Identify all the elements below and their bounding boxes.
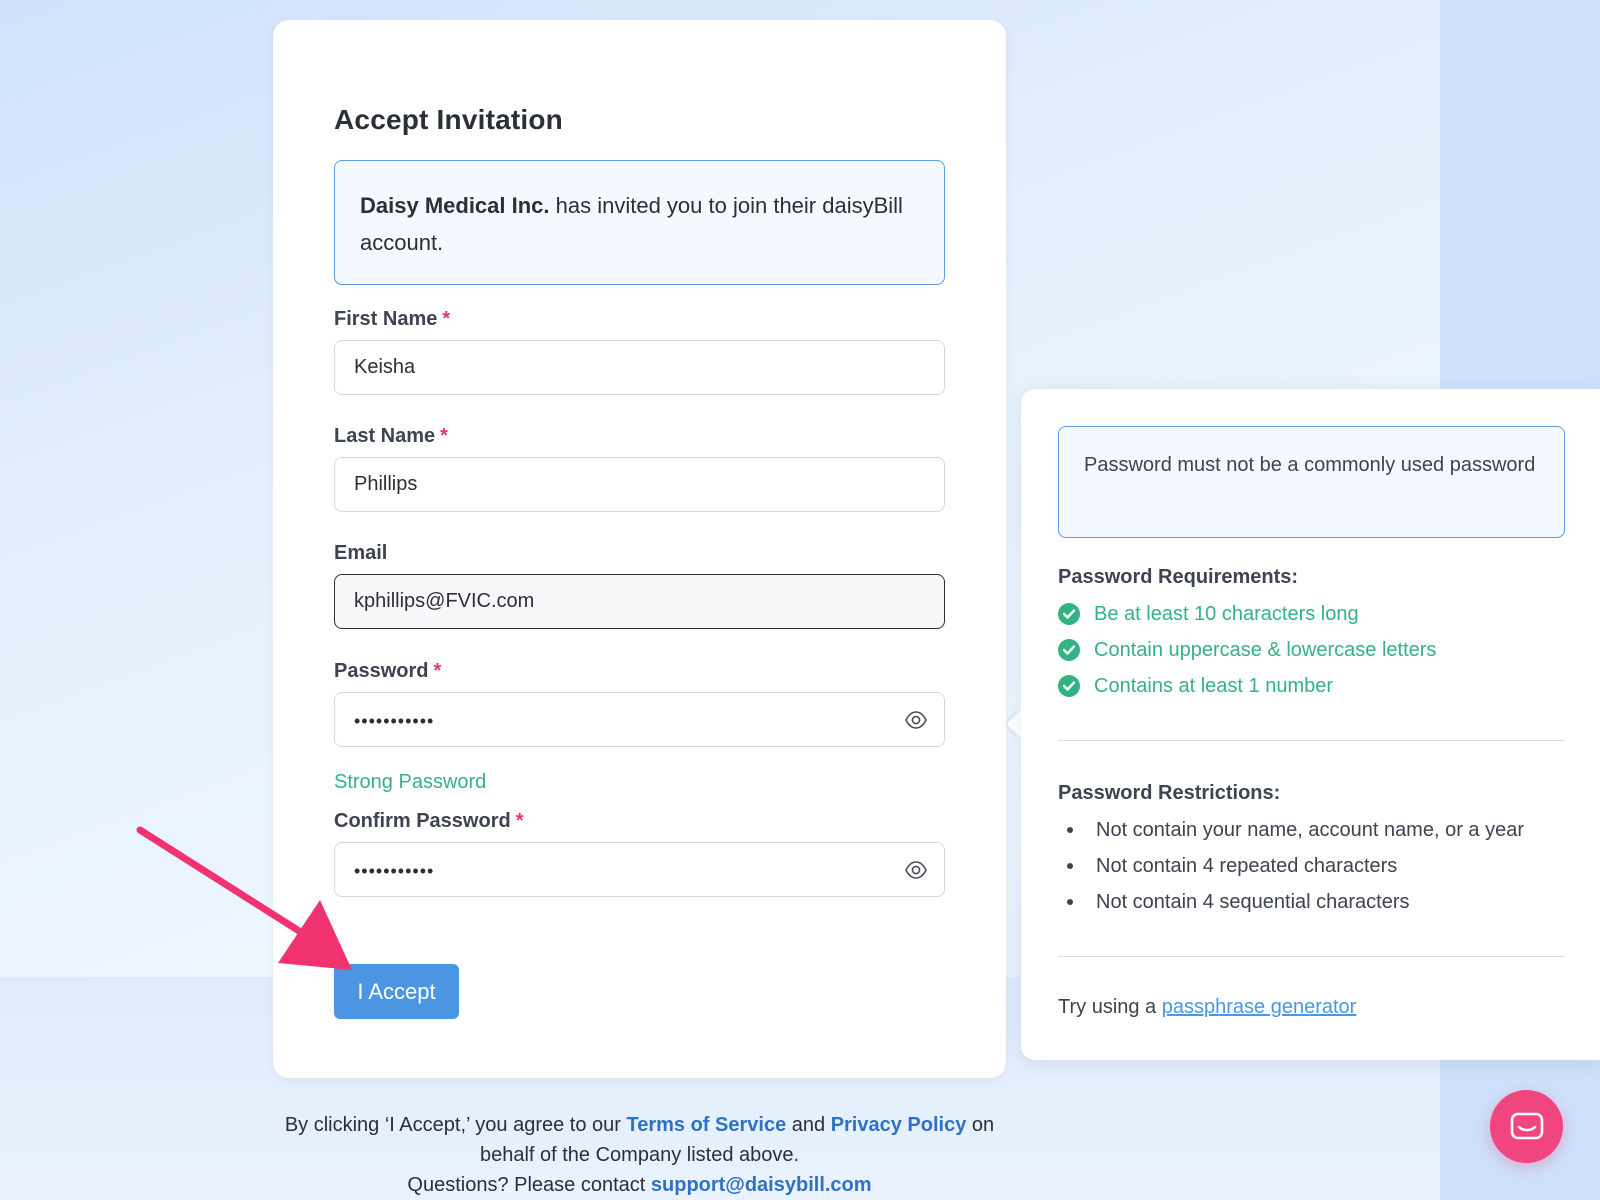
email-value: kphillips@FVIC.com: [354, 590, 535, 612]
confirm-password-value: •••••••••••: [354, 861, 435, 881]
bullet: [1067, 827, 1073, 833]
accept-invitation-card: Accept Invitation Daisy Medical Inc. has…: [273, 20, 1006, 1078]
restrictions-heading: Password Restrictions:: [1058, 782, 1281, 804]
first-name-input[interactable]: Keisha: [334, 340, 945, 395]
confirm-password-label-text: Confirm Password: [334, 810, 511, 832]
password-value: •••••••••••: [354, 711, 435, 731]
footer-prefix: By clicking ‘I Accept,’ you agree to our: [284, 1114, 627, 1136]
privacy-policy-link[interactable]: Privacy Policy: [831, 1114, 967, 1136]
bullet: [1067, 863, 1073, 869]
check-circle-icon: [1058, 675, 1080, 697]
chat-icon: [1510, 1112, 1543, 1139]
divider: [1058, 740, 1565, 741]
required-mark: *: [440, 425, 448, 447]
password-input[interactable]: •••••••••••: [334, 692, 945, 747]
last-name-label: Last Name *: [334, 425, 448, 448]
passphrase-generator-link[interactable]: passphrase generator: [1162, 996, 1357, 1018]
check-circle-icon: [1058, 639, 1080, 661]
requirement-text: Contains at least 1 number: [1094, 674, 1334, 697]
restriction-item: Not contain 4 sequential characters: [1058, 884, 1524, 920]
restriction-text: Not contain your name, account name, or …: [1096, 818, 1525, 841]
accept-button[interactable]: I Accept: [334, 964, 459, 1019]
required-mark: *: [442, 308, 451, 330]
password-label: Password *: [334, 660, 441, 683]
check-circle-icon: [1058, 603, 1080, 625]
last-name-input[interactable]: Phillips: [334, 457, 945, 512]
chat-launcher-button[interactable]: [1490, 1090, 1563, 1163]
bullet: [1067, 899, 1073, 905]
invite-company-name: Daisy Medical Inc.: [360, 193, 550, 218]
support-email-link[interactable]: support@daisybill.com: [651, 1174, 872, 1196]
eye-icon[interactable]: [904, 859, 928, 881]
password-strength: Strong Password: [334, 771, 487, 793]
contact-prefix: Questions? Please contact: [407, 1174, 651, 1196]
first-name-value: Keisha: [354, 356, 416, 378]
page-title: Accept Invitation: [334, 104, 563, 135]
confirm-password-label: Confirm Password *: [334, 810, 524, 833]
restriction-item: Not contain 4 repeated characters: [1058, 848, 1524, 884]
required-mark: *: [433, 660, 442, 682]
requirement-text: Be at least 10 characters long: [1094, 602, 1359, 625]
requirements-list: Be at least 10 characters long Contain u…: [1058, 596, 1436, 704]
footer-and: and: [786, 1114, 831, 1136]
password-label-text: Password: [334, 660, 429, 682]
requirement-item: Be at least 10 characters long: [1058, 596, 1436, 632]
restrictions-list: Not contain your name, account name, or …: [1058, 812, 1524, 920]
eye-icon[interactable]: [904, 709, 928, 731]
first-name-label: First Name *: [334, 308, 450, 331]
email-input[interactable]: kphillips@FVIC.com: [334, 574, 945, 629]
restriction-item: Not contain your name, account name, or …: [1058, 812, 1524, 848]
requirement-item: Contain uppercase & lowercase letters: [1058, 632, 1436, 668]
passphrase-hint: Try using a passphrase generator: [1058, 996, 1356, 1019]
restriction-text: Not contain 4 sequential characters: [1096, 890, 1410, 913]
password-warning: Password must not be a commonly used pas…: [1058, 426, 1565, 538]
requirement-item: Contains at least 1 number: [1058, 668, 1436, 704]
password-requirements-popover: Password must not be a commonly used pas…: [1021, 389, 1600, 1060]
legal-footer: By clicking ‘I Accept,’ you agree to our…: [273, 1110, 1006, 1200]
divider: [1058, 956, 1565, 957]
last-name-label-text: Last Name: [334, 425, 436, 447]
requirement-text: Contain uppercase & lowercase letters: [1094, 638, 1437, 661]
email-label-text: Email: [334, 542, 388, 564]
email-label: Email: [334, 542, 387, 565]
first-name-label-text: First Name: [334, 308, 438, 330]
required-mark: *: [515, 810, 524, 832]
restriction-text: Not contain 4 repeated characters: [1096, 854, 1398, 877]
terms-of-service-link[interactable]: Terms of Service: [626, 1114, 786, 1136]
try-prefix: Try using a: [1058, 996, 1162, 1018]
invitation-message: Daisy Medical Inc. has invited you to jo…: [334, 160, 945, 285]
confirm-password-input[interactable]: •••••••••••: [334, 842, 945, 897]
requirements-heading: Password Requirements:: [1058, 566, 1299, 588]
last-name-value: Phillips: [354, 473, 418, 495]
